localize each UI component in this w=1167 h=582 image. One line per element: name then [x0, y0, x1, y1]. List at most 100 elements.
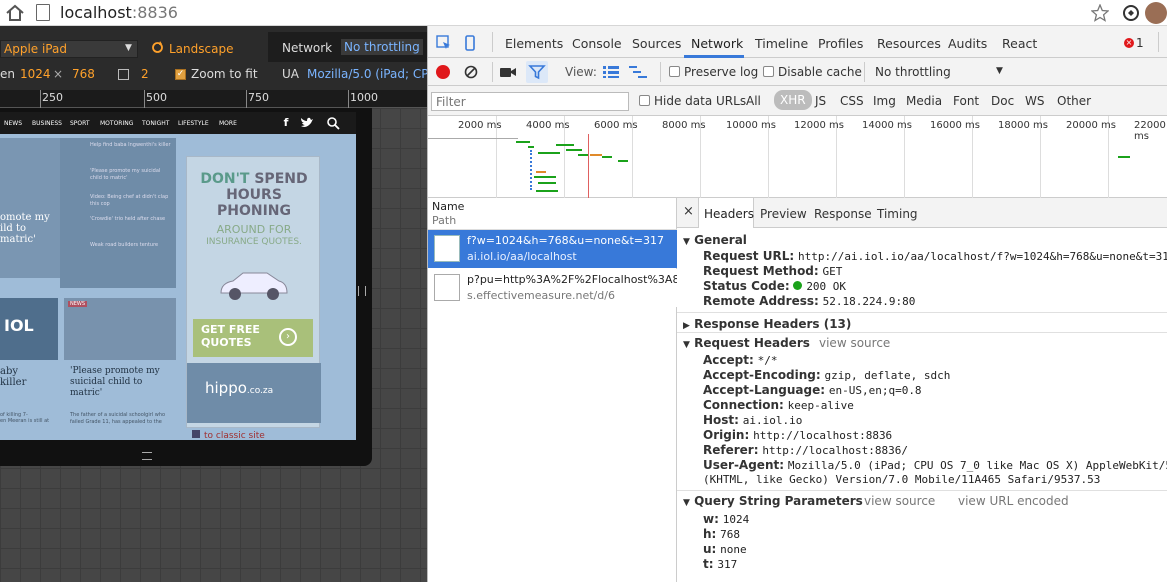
site-nav-item[interactable]: MORE: [219, 120, 237, 127]
hide-data-urls-checkbox[interactable]: Hide data URLs: [639, 94, 746, 108]
site-nav-item[interactable]: TONIGHT: [142, 120, 169, 127]
inspect-element-icon[interactable]: [436, 35, 452, 51]
chevron-down-icon[interactable]: ▼: [996, 66, 1003, 76]
throttle-select[interactable]: No throttling: [875, 65, 951, 79]
record-icon[interactable]: [436, 65, 450, 79]
filter-type-doc[interactable]: Doc: [991, 94, 1014, 108]
device-select[interactable]: Apple iPad ▼: [0, 40, 138, 58]
table-row[interactable]: p?pu=http%3A%2F%2Flocalhost%3A8... s.eff…: [428, 269, 690, 307]
height-input[interactable]: 768: [72, 67, 95, 81]
column-header-path[interactable]: Path: [432, 214, 456, 227]
device-mode-icon[interactable]: [464, 35, 476, 51]
filter-type-all[interactable]: All: [746, 94, 761, 108]
ruler-label: 1000: [350, 91, 378, 104]
filter-type-xhr[interactable]: XHR: [774, 90, 812, 110]
tab-audits[interactable]: Audits: [948, 36, 987, 51]
side-link[interactable]: 'Please promote my suicidal child to mat…: [90, 168, 172, 182]
site-nav-item[interactable]: LIFESTYLE: [178, 120, 209, 127]
tab-profiles[interactable]: Profiles: [818, 36, 863, 51]
filter-type-other[interactable]: Other: [1057, 94, 1091, 108]
resize-handle-bottom[interactable]: [142, 452, 152, 460]
disable-cache-checkbox[interactable]: Disable cache: [763, 65, 862, 79]
tile-text: The father of a suicidal schoolgirl who …: [70, 412, 166, 425]
view-source-link[interactable]: view source: [819, 336, 890, 350]
classic-site-link[interactable]: to classic site: [192, 430, 265, 440]
site-nav-item[interactable]: NEWS: [4, 120, 22, 127]
query-param-row: u: none: [703, 542, 747, 556]
site-nav-item[interactable]: BUSINESS: [32, 120, 62, 127]
filter-type-img[interactable]: Img: [873, 94, 896, 108]
tab-timeline[interactable]: Timeline: [755, 36, 808, 51]
tab-headers[interactable]: Headers: [704, 207, 754, 221]
zoom-to-fit-checkbox[interactable]: ✓: [175, 69, 186, 80]
general-section-toggle[interactable]: ▼ General: [683, 233, 747, 247]
site-navbar: NEWS BUSINESS SPORT MOTORING TONIGHT LIF…: [0, 112, 356, 134]
view-url-encoded-link[interactable]: view URL encoded: [958, 494, 1069, 508]
side-link[interactable]: Help find baba Ingwenthi's killer: [90, 142, 172, 149]
tab-response[interactable]: Response: [814, 207, 872, 221]
timeline-tick: 20000 ms: [1066, 120, 1116, 131]
url-field[interactable]: localhost:8836: [60, 3, 178, 22]
tab-timing[interactable]: Timing: [877, 207, 918, 221]
tab-network[interactable]: Network: [691, 36, 743, 51]
preserve-log-checkbox[interactable]: Preserve log: [669, 65, 758, 79]
rotate-icon[interactable]: [151, 41, 164, 57]
filter-input[interactable]: [431, 92, 629, 111]
news-tile[interactable]: IOL: [0, 298, 58, 360]
request-headers-toggle[interactable]: ▼ Request Headers: [683, 336, 810, 350]
filter-type-font[interactable]: Font: [953, 94, 979, 108]
site-nav-item[interactable]: SPORT: [70, 120, 90, 127]
side-link[interactable]: 'Crowdie' trio held after chase: [90, 216, 172, 223]
filter-type-media[interactable]: Media: [906, 94, 942, 108]
home-icon[interactable]: [4, 3, 26, 23]
tile-caption[interactable]: 'Please promote my suicidal child to mat…: [70, 366, 174, 399]
column-header-name[interactable]: Name: [432, 200, 464, 213]
waterfall-icon[interactable]: [629, 66, 647, 78]
tile-caption[interactable]: aby killer: [0, 366, 58, 388]
filter-type-js[interactable]: JS: [815, 94, 826, 108]
site-nav-item[interactable]: MOTORING: [100, 120, 133, 127]
tab-resources[interactable]: Resources: [877, 36, 941, 51]
resize-handle-right[interactable]: [358, 286, 366, 296]
tab-react[interactable]: React: [1002, 36, 1037, 51]
tab-preview[interactable]: Preview: [760, 207, 807, 221]
error-count[interactable]: 1: [1136, 36, 1144, 50]
response-headers-toggle[interactable]: ▶ Response Headers (13): [683, 317, 851, 331]
ad-cta-button[interactable]: GET FREE QUOTES ›: [193, 319, 313, 357]
view-source-link[interactable]: view source: [864, 494, 935, 508]
filter-type-css[interactable]: CSS: [840, 94, 864, 108]
tab-console[interactable]: Console: [572, 36, 622, 51]
side-link[interactable]: Weak road builders tenture: [90, 242, 172, 249]
facebook-icon[interactable]: f: [276, 112, 296, 134]
width-input[interactable]: 1024: [20, 67, 51, 81]
search-icon[interactable]: [326, 116, 340, 130]
large-rows-icon[interactable]: [603, 66, 619, 78]
network-throttle-select[interactable]: No throttling: [341, 39, 423, 55]
twitter-icon[interactable]: [300, 117, 314, 129]
filter-toggle-button[interactable]: [526, 61, 548, 83]
dpr-input[interactable]: 2: [141, 67, 149, 81]
query-params-toggle[interactable]: ▼ Query String Parameters: [683, 494, 863, 508]
news-tile[interactable]: NEWS: [64, 298, 176, 360]
avatar[interactable]: [1145, 2, 1167, 24]
triangle-right-icon: ▶: [683, 321, 690, 331]
capture-screenshots-icon[interactable]: [500, 66, 516, 78]
divider: [677, 332, 1167, 333]
close-icon[interactable]: ×: [683, 204, 694, 219]
network-overview-timeline[interactable]: 2000 ms 4000 ms 6000 ms 8000 ms 10000 ms…: [428, 116, 1167, 198]
device-screen[interactable]: NEWS BUSINESS SPORT MOTORING TONIGHT LIF…: [0, 112, 356, 440]
table-row[interactable]: f?w=1024&h=768&u=none&t=317 ai.iol.io/aa…: [428, 230, 677, 268]
tab-sources[interactable]: Sources: [632, 36, 681, 51]
filter-type-ws[interactable]: WS: [1025, 94, 1044, 108]
error-icon[interactable]: ×: [1124, 38, 1134, 48]
bookmark-star-icon[interactable]: [1090, 3, 1110, 23]
divider: [492, 62, 493, 82]
hero-image[interactable]: [0, 138, 60, 278]
side-link[interactable]: Video: Being chef at didn't clap this co…: [90, 194, 172, 208]
insurance-ad[interactable]: DON'T SPEND HOURS PHONING AROUND FOR INS…: [186, 156, 321, 428]
extension-icon[interactable]: [1121, 3, 1141, 23]
user-agent-input[interactable]: Mozilla/5.0 (iPad; CPU: [307, 67, 437, 81]
clear-icon[interactable]: [464, 65, 478, 79]
tab-elements[interactable]: Elements: [505, 36, 563, 51]
orientation-label[interactable]: Landscape: [169, 42, 233, 56]
